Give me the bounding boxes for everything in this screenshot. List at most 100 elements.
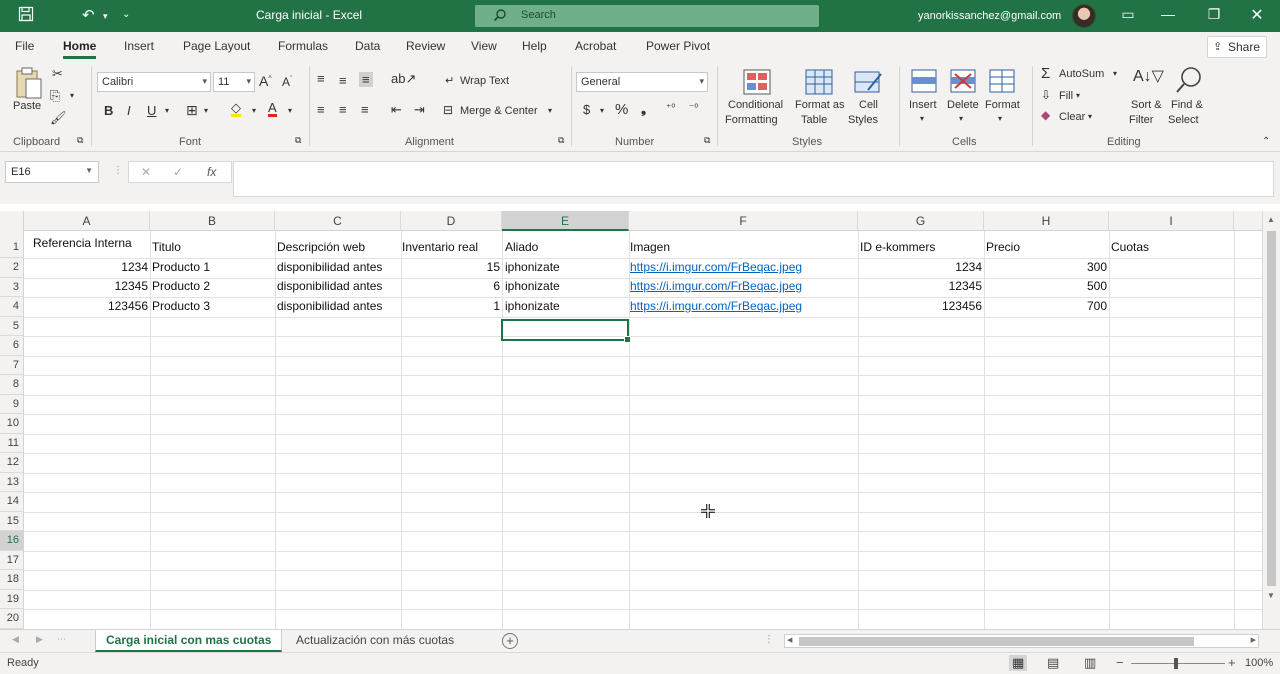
column-header-j[interactable] [1234, 211, 1262, 231]
cell-c2[interactable]: disponibilidad antes [275, 260, 384, 274]
font-size-dropdown[interactable]: 11 ▾ [213, 72, 255, 92]
number-format-dropdown[interactable]: General ▾ [576, 72, 708, 92]
tab-page-layout[interactable]: Page Layout [183, 39, 250, 53]
normal-view-icon[interactable]: ▦ [1009, 655, 1028, 671]
column-header-g[interactable]: G [858, 211, 984, 231]
alignment-launcher-icon[interactable]: ⧉ [558, 135, 564, 146]
zoom-slider-thumb[interactable] [1174, 658, 1178, 669]
fill-icon[interactable]: ⇩ [1041, 88, 1051, 102]
autosum-icon[interactable]: Σ [1041, 65, 1050, 82]
cell-a4[interactable]: 123456 [24, 299, 150, 313]
page-break-view-icon[interactable]: ▥ [1084, 655, 1096, 671]
column-header-c[interactable]: C [275, 211, 401, 231]
merge-center-icon[interactable]: ⊟ [443, 103, 453, 117]
cell-h3[interactable]: 500 [984, 279, 1109, 293]
conditional-formatting-icon[interactable] [742, 68, 772, 96]
more-sheets-icon[interactable]: ⋯ [57, 634, 66, 645]
cell-styles-icon[interactable] [853, 68, 883, 96]
tab-acrobat[interactable]: Acrobat [575, 39, 616, 53]
format-cells-icon[interactable] [988, 68, 1016, 94]
cell-h2[interactable]: 300 [984, 260, 1109, 274]
cell-f2-link[interactable]: https://i.imgur.com/FrBeqac.jpeg [628, 260, 804, 274]
cell-f4-link[interactable]: https://i.imgur.com/FrBeqac.jpeg [628, 299, 804, 313]
accounting-dropdown-icon[interactable]: ▾ [600, 106, 604, 115]
clear-dropdown-icon[interactable]: ▾ [1088, 112, 1092, 121]
cell-e1[interactable]: Aliado [503, 240, 540, 254]
scroll-left-icon[interactable]: ◀ [787, 636, 792, 644]
sheet-tab-carga-inicial[interactable]: Carga inicial con mas cuotas [95, 630, 283, 652]
cell-g3[interactable]: 12345 [858, 279, 984, 293]
vertical-scroll-thumb[interactable] [1267, 231, 1276, 586]
prev-sheet-icon[interactable]: ◀ [12, 634, 19, 645]
cell-e3[interactable]: iphonizate [503, 279, 562, 293]
cell-a3[interactable]: 12345 [24, 279, 150, 293]
row-header-13[interactable]: 13 [0, 473, 24, 492]
collapse-ribbon-icon[interactable]: ⌃ [1262, 136, 1270, 147]
underline-dropdown-icon[interactable]: ▾ [165, 106, 169, 115]
tab-home[interactable]: Home [63, 39, 97, 59]
column-header-h[interactable]: H [984, 211, 1109, 231]
cell-d2[interactable]: 15 [401, 260, 502, 274]
cell-d1[interactable]: Inventario real [400, 240, 480, 254]
fill-color-icon[interactable]: ◇ [231, 101, 241, 117]
avatar[interactable] [1072, 4, 1096, 28]
column-header-d[interactable]: D [401, 211, 502, 231]
paste-button[interactable]: Paste [13, 100, 41, 112]
cell-e4[interactable]: iphonizate [503, 299, 562, 313]
find-select-button[interactable]: Find & [1171, 99, 1203, 111]
format-cells-button[interactable]: Format [985, 99, 1020, 111]
column-header-i[interactable]: I [1109, 211, 1234, 231]
drag-handle-icon[interactable]: ⋮ [113, 165, 123, 176]
sort-filter-icon[interactable]: A↓▽ [1133, 66, 1164, 86]
borders-dropdown-icon[interactable]: ▾ [204, 106, 208, 115]
zoom-level[interactable]: 100% [1245, 657, 1273, 669]
account-email[interactable]: yanorkissanchez@gmail.com [918, 10, 1061, 22]
search-box[interactable]: Search [475, 5, 819, 27]
cell-d3[interactable]: 6 [401, 279, 502, 293]
row-header-2[interactable]: 2 [0, 258, 24, 278]
autosum-dropdown-icon[interactable]: ▾ [1113, 69, 1117, 78]
next-sheet-icon[interactable]: ▶ [36, 634, 43, 645]
restore-icon[interactable]: ❐ [1204, 6, 1224, 23]
undo-dropdown-icon[interactable]: ▾ [103, 11, 108, 22]
cell-f3-link[interactable]: https://i.imgur.com/FrBeqac.jpeg [628, 279, 804, 293]
zoom-in-icon[interactable]: + [1228, 655, 1236, 670]
row-header-4[interactable]: 4 [0, 297, 24, 317]
comma-style-icon[interactable]: ❟ [641, 101, 646, 117]
delete-dropdown-icon[interactable]: ▾ [959, 114, 963, 123]
increase-font-icon[interactable]: A^ [259, 73, 272, 89]
fill-button[interactable]: Fill [1059, 90, 1073, 102]
add-sheet-icon[interactable]: + [502, 633, 518, 649]
borders-icon[interactable]: ⊞ [186, 102, 198, 119]
cell-a2[interactable]: 1234 [24, 260, 150, 274]
insert-function-icon[interactable]: fx [207, 165, 216, 179]
zoom-out-icon[interactable]: − [1116, 655, 1124, 670]
fill-dropdown-icon[interactable]: ▾ [1076, 91, 1080, 100]
paste-icon[interactable] [14, 66, 44, 100]
wrap-text-button[interactable]: Wrap Text [460, 75, 509, 87]
save-icon[interactable] [18, 6, 34, 26]
select-all-corner[interactable] [0, 211, 24, 231]
tab-file[interactable]: File [15, 39, 34, 53]
cell-c3[interactable]: disponibilidad antes [275, 279, 384, 293]
insert-dropdown-icon[interactable]: ▾ [920, 114, 924, 123]
tab-formulas[interactable]: Formulas [278, 39, 328, 53]
cell-i1[interactable]: Cuotas [1109, 240, 1151, 254]
zoom-slider[interactable] [1131, 663, 1225, 664]
cell-c1[interactable]: Descripción web [275, 240, 367, 254]
cell-e2[interactable]: iphonizate [503, 260, 562, 274]
copy-icon[interactable]: ⎘ [50, 88, 60, 104]
find-select-icon[interactable] [1174, 65, 1204, 95]
undo-icon[interactable]: ↶ [82, 6, 95, 24]
insert-cells-button[interactable]: Insert [909, 99, 937, 111]
horizontal-scrollbar[interactable]: ◀ ▶ [784, 634, 1259, 648]
clipboard-launcher-icon[interactable]: ⧉ [77, 135, 83, 146]
row-header-20[interactable]: 20 [0, 609, 24, 629]
row-header-17[interactable]: 17 [0, 551, 24, 570]
tab-view[interactable]: View [471, 39, 497, 53]
cell-h1[interactable]: Precio [984, 240, 1022, 254]
cell-styles-button[interactable]: Cell [859, 99, 878, 111]
scroll-down-icon[interactable]: ▼ [1267, 591, 1275, 600]
number-launcher-icon[interactable]: ⧉ [704, 135, 710, 146]
cut-icon[interactable]: ✂ [52, 66, 63, 82]
